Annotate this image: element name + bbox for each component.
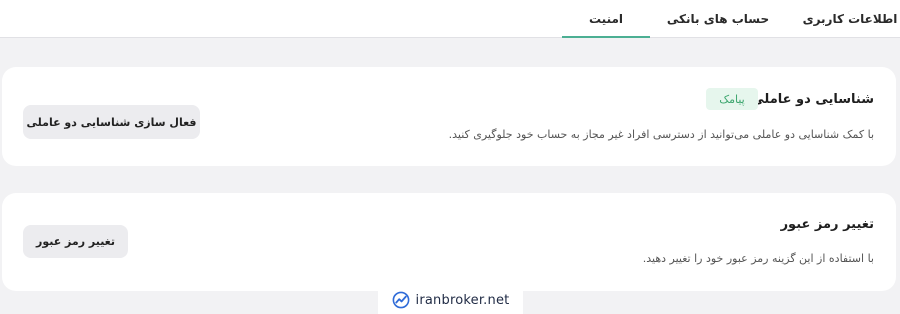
tab-bank-accounts-label: حساب های بانکی xyxy=(666,12,770,26)
watermark: iranbroker.net xyxy=(378,286,523,314)
tab-security-label: امنیت xyxy=(588,12,624,26)
trend-line-logo-icon xyxy=(392,291,409,309)
tab-user-info[interactable]: اطلاعات کاربری xyxy=(800,0,900,38)
change-password-description: با استفاده از این گزینه رمز عبور خود را … xyxy=(642,252,874,265)
tab-security[interactable]: امنیت xyxy=(562,0,650,38)
tab-bar: اطلاعات کاربری حساب های بانکی امنیت xyxy=(0,0,900,38)
two-factor-description: با کمک شناسایی دو عاملی می‌توانید از دست… xyxy=(448,128,874,141)
change-password-button[interactable]: تغییر رمز عبور xyxy=(23,225,128,258)
enable-two-factor-button[interactable]: فعال سازی شناسایی دو عاملی xyxy=(23,105,200,139)
change-password-card: تغییر رمز عبور با استفاده از این گزینه ر… xyxy=(2,193,896,291)
sms-badge: پیامک xyxy=(706,88,758,110)
two-factor-title: شناسایی دو عاملی xyxy=(751,92,874,107)
tab-user-info-label: اطلاعات کاربری xyxy=(802,12,898,26)
two-factor-card: شناسایی دو عاملی پیامک با کمک شناسایی دو… xyxy=(2,67,896,166)
active-tab-indicator xyxy=(562,36,650,38)
tab-bank-accounts[interactable]: حساب های بانکی xyxy=(660,0,776,38)
watermark-text: iranbroker.net xyxy=(415,292,510,308)
change-password-title: تغییر رمز عبور xyxy=(780,217,874,232)
